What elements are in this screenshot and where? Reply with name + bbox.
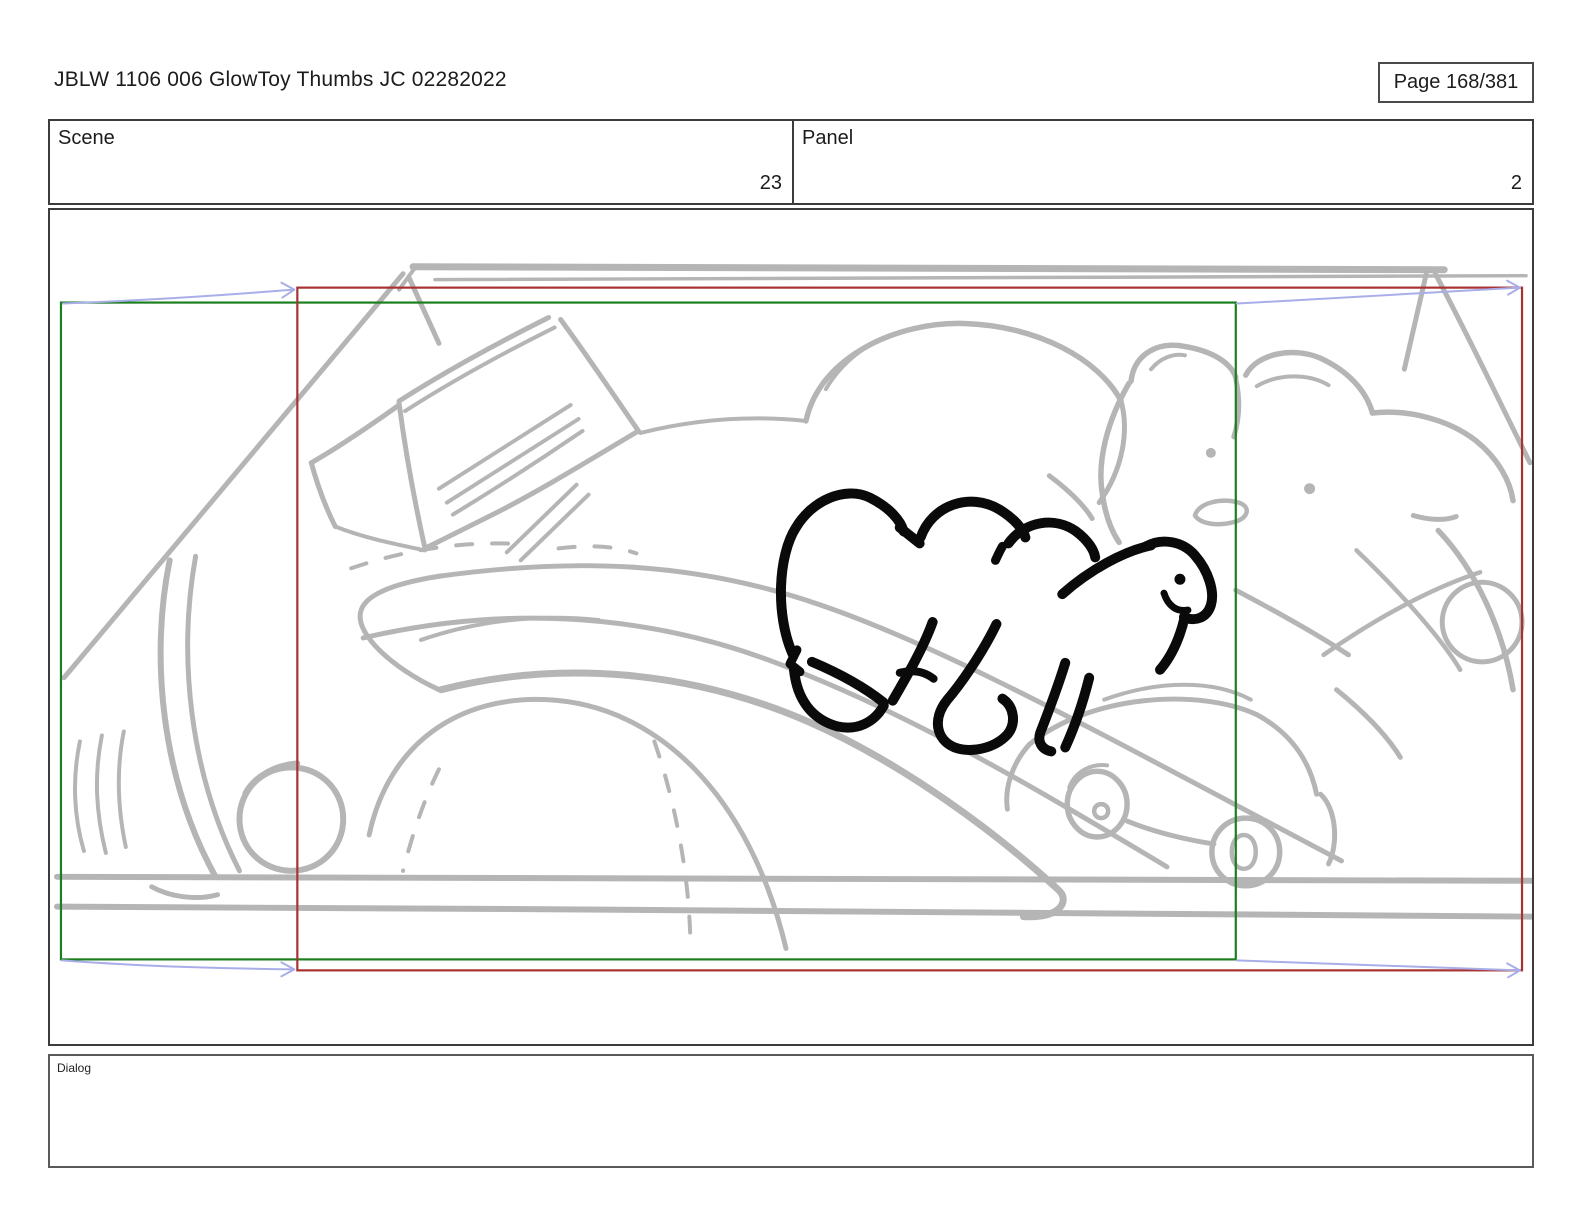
book <box>308 314 808 563</box>
camera-arrow-bottom-right <box>1235 959 1522 979</box>
storyboard-page: JBLW 1106 006 GlowToy Thumbs JC 02282022… <box>0 0 1584 1224</box>
ball-dome <box>349 541 789 951</box>
dialog-label: Dialog <box>57 1061 92 1075</box>
floor-lines <box>53 873 1532 920</box>
panel-number: 2 <box>1510 172 1522 194</box>
camera-arrow-top-left <box>61 281 296 305</box>
scene-label: Scene <box>58 127 115 149</box>
cushion-mound <box>803 320 1127 506</box>
camera-arrow-bottom-left <box>60 959 296 978</box>
glow-toy-lamb <box>776 488 1218 757</box>
page-number-label: Page 168/381 <box>1393 71 1519 93</box>
panel-cell: Panel 2 <box>794 121 1532 203</box>
page-number-box: Page 168/381 <box>1378 62 1534 103</box>
dialog-box: Dialog <box>48 1054 1534 1168</box>
storyboard-panel <box>48 208 1534 1046</box>
camera-arrow-top-right <box>1235 279 1522 305</box>
toy-box-edges <box>61 263 1532 681</box>
toy-car <box>1004 682 1338 889</box>
plush-toy-left <box>73 553 347 901</box>
camera-end-frame <box>296 286 1524 972</box>
scene-cell: Scene 23 <box>50 121 794 203</box>
teddy-bear-large <box>1233 349 1516 760</box>
panel-label: Panel <box>802 127 854 149</box>
scene-panel-row: Scene 23 Panel 2 <box>48 119 1534 205</box>
teddy-bear-small <box>1046 342 1249 546</box>
sketch-svg <box>53 263 1532 979</box>
scene-number: 23 <box>759 172 782 194</box>
page-title: JBLW 1106 006 GlowToy Thumbs JC 02282022 <box>54 68 507 91</box>
